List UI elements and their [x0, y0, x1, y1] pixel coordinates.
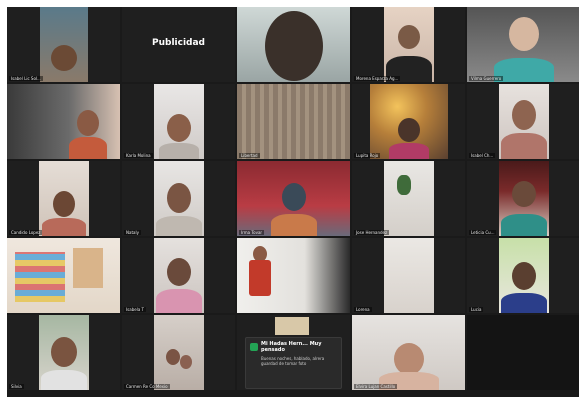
participant-name: Morena Esparza Ag...: [354, 76, 401, 81]
participant-video: [467, 7, 579, 82]
participant-name: Isabel Ch...: [469, 153, 496, 158]
participant-tile[interactable]: Lupita Rojo: [352, 84, 465, 159]
participant-video: [38, 161, 89, 236]
participant-name: Lupita Rojo: [354, 153, 381, 158]
participant-tile[interactable]: Jose Hernandez: [352, 161, 465, 236]
notification-body: Buenas noches, hablado, alrera guardad d…: [261, 356, 325, 366]
participant-name: Irma Tovar: [239, 230, 265, 235]
participant-name: Silvia: [9, 384, 24, 389]
participant-video: [38, 315, 89, 390]
participant-tile[interactable]: Morena Esparza Ag...: [352, 7, 465, 82]
shared-thumbnail: [275, 317, 309, 335]
participant-tile[interactable]: Libertad: [237, 84, 350, 159]
participant-video: [237, 84, 350, 159]
participant-video: [383, 238, 434, 313]
participant-name: Nataly: [124, 230, 141, 235]
participant-name: Lucia: [469, 307, 484, 312]
participant-name: Candido Lopez: [9, 230, 43, 235]
participant-name: Leticia Cu...: [469, 230, 497, 235]
participant-tile[interactable]: [7, 84, 120, 159]
participant-name: Carmen Re Co Mexio: [124, 384, 170, 389]
participant-video: [369, 84, 448, 159]
participant-tile[interactable]: Isabela T: [122, 238, 235, 313]
participant-tile[interactable]: [7, 238, 120, 313]
participant-name: Karla Molina: [124, 153, 153, 158]
chat-app-icon: [250, 343, 258, 351]
participant-video: [153, 238, 204, 313]
participant-tile[interactable]: Lucia: [467, 238, 579, 313]
participant-video: [383, 161, 434, 236]
chat-notification-tile[interactable]: Mi Hadas Hern... Muy pensado Buenas noch…: [237, 315, 350, 390]
participant-video: [237, 7, 350, 82]
participant-tile[interactable]: Publicidad: [122, 7, 235, 82]
participant-video: [153, 315, 204, 390]
video-grid: Isabel Lic Sol... Publicidad Morena Espa…: [7, 7, 579, 397]
participant-video: [7, 238, 120, 313]
participant-tile[interactable]: Candido Lopez: [7, 161, 120, 236]
participant-tile[interactable]: Nataly: [122, 161, 235, 236]
participant-video: [237, 161, 350, 236]
participant-tile[interactable]: Irma Tovar: [237, 161, 350, 236]
participant-video: [352, 315, 465, 390]
participant-video: [237, 238, 350, 313]
participant-name: Vilma Guerrero: [469, 76, 504, 81]
participant-tile[interactable]: Silvia: [7, 315, 120, 390]
participant-video: [383, 7, 434, 82]
participant-name: Jose Hernandez: [354, 230, 390, 235]
participant-video: [498, 238, 549, 313]
participant-tile[interactable]: Carmen Re Co Mexio: [122, 315, 235, 390]
participant-name: Elvira Lujan Castillo: [354, 384, 398, 389]
participant-tile[interactable]: [237, 7, 350, 82]
notification-title: Mi Hadas Hern... Muy pensado: [261, 341, 322, 353]
participant-tile[interactable]: Isabel Lic Sol...: [7, 7, 120, 82]
participant-video: [39, 7, 88, 82]
participant-tile[interactable]: Leticia Cu...: [467, 161, 579, 236]
participant-tile[interactable]: Lorena: [352, 238, 465, 313]
participant-video: [498, 161, 549, 236]
participant-tile[interactable]: Karla Molina: [122, 84, 235, 159]
participant-name: Lorena: [354, 307, 372, 312]
participant-name: Isabela T: [124, 307, 146, 312]
publicidad-label: Publicidad: [152, 38, 205, 48]
participant-video: [153, 84, 204, 159]
participant-video: [7, 84, 120, 159]
participant-tile[interactable]: [237, 238, 350, 313]
participant-video: [153, 161, 204, 236]
participant-tile[interactable]: Elvira Lujan Castillo: [352, 315, 465, 390]
participant-tile[interactable]: Vilma Guerrero: [467, 7, 579, 82]
participant-name: Isabel Lic Sol...: [9, 76, 43, 81]
participant-name: Libertad: [239, 153, 260, 158]
chat-notification[interactable]: Mi Hadas Hern... Muy pensado Buenas noch…: [245, 337, 342, 389]
empty-tile: [467, 315, 579, 390]
participant-video: [498, 84, 549, 159]
participant-tile[interactable]: Isabel Ch...: [467, 84, 579, 159]
